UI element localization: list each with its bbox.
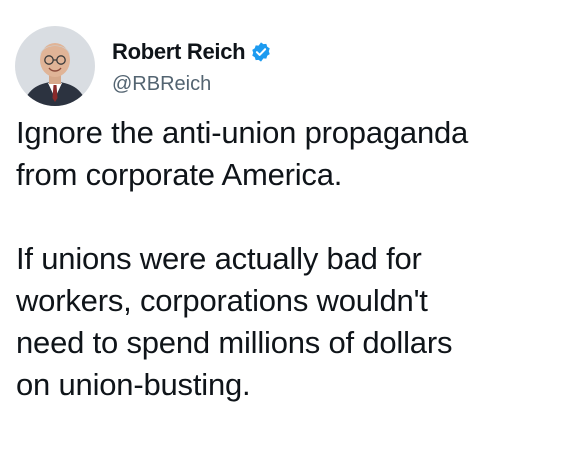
tweet-card: Robert Reich @RBReich Ignore the anti-un… [0, 0, 579, 452]
author-handle[interactable]: @RBReich [112, 73, 272, 96]
tweet-line: on union-busting. [16, 367, 251, 402]
avatar[interactable] [15, 26, 95, 106]
tweet-line: from corporate America. [16, 157, 343, 192]
tweet-line: If unions were actually bad for [16, 241, 422, 276]
tweet-line: workers, corporations wouldn't [16, 283, 428, 318]
name-row: Robert Reich [112, 37, 272, 67]
author-names: Robert Reich @RBReich [112, 37, 272, 96]
tweet-paragraph-1: Ignore the anti-union propaganda from co… [16, 112, 576, 196]
verified-badge-icon [250, 41, 272, 63]
tweet-text: Ignore the anti-union propaganda from co… [16, 112, 576, 406]
tweet-line: need to spend millions of dollars [16, 325, 453, 360]
tweet-header: Robert Reich @RBReich [15, 26, 272, 106]
tweet-line: Ignore the anti-union propaganda [16, 115, 469, 150]
profile-photo-icon [15, 26, 95, 106]
tweet-paragraph-2: If unions were actually bad for workers,… [16, 238, 576, 406]
author-display-name[interactable]: Robert Reich [112, 39, 246, 65]
